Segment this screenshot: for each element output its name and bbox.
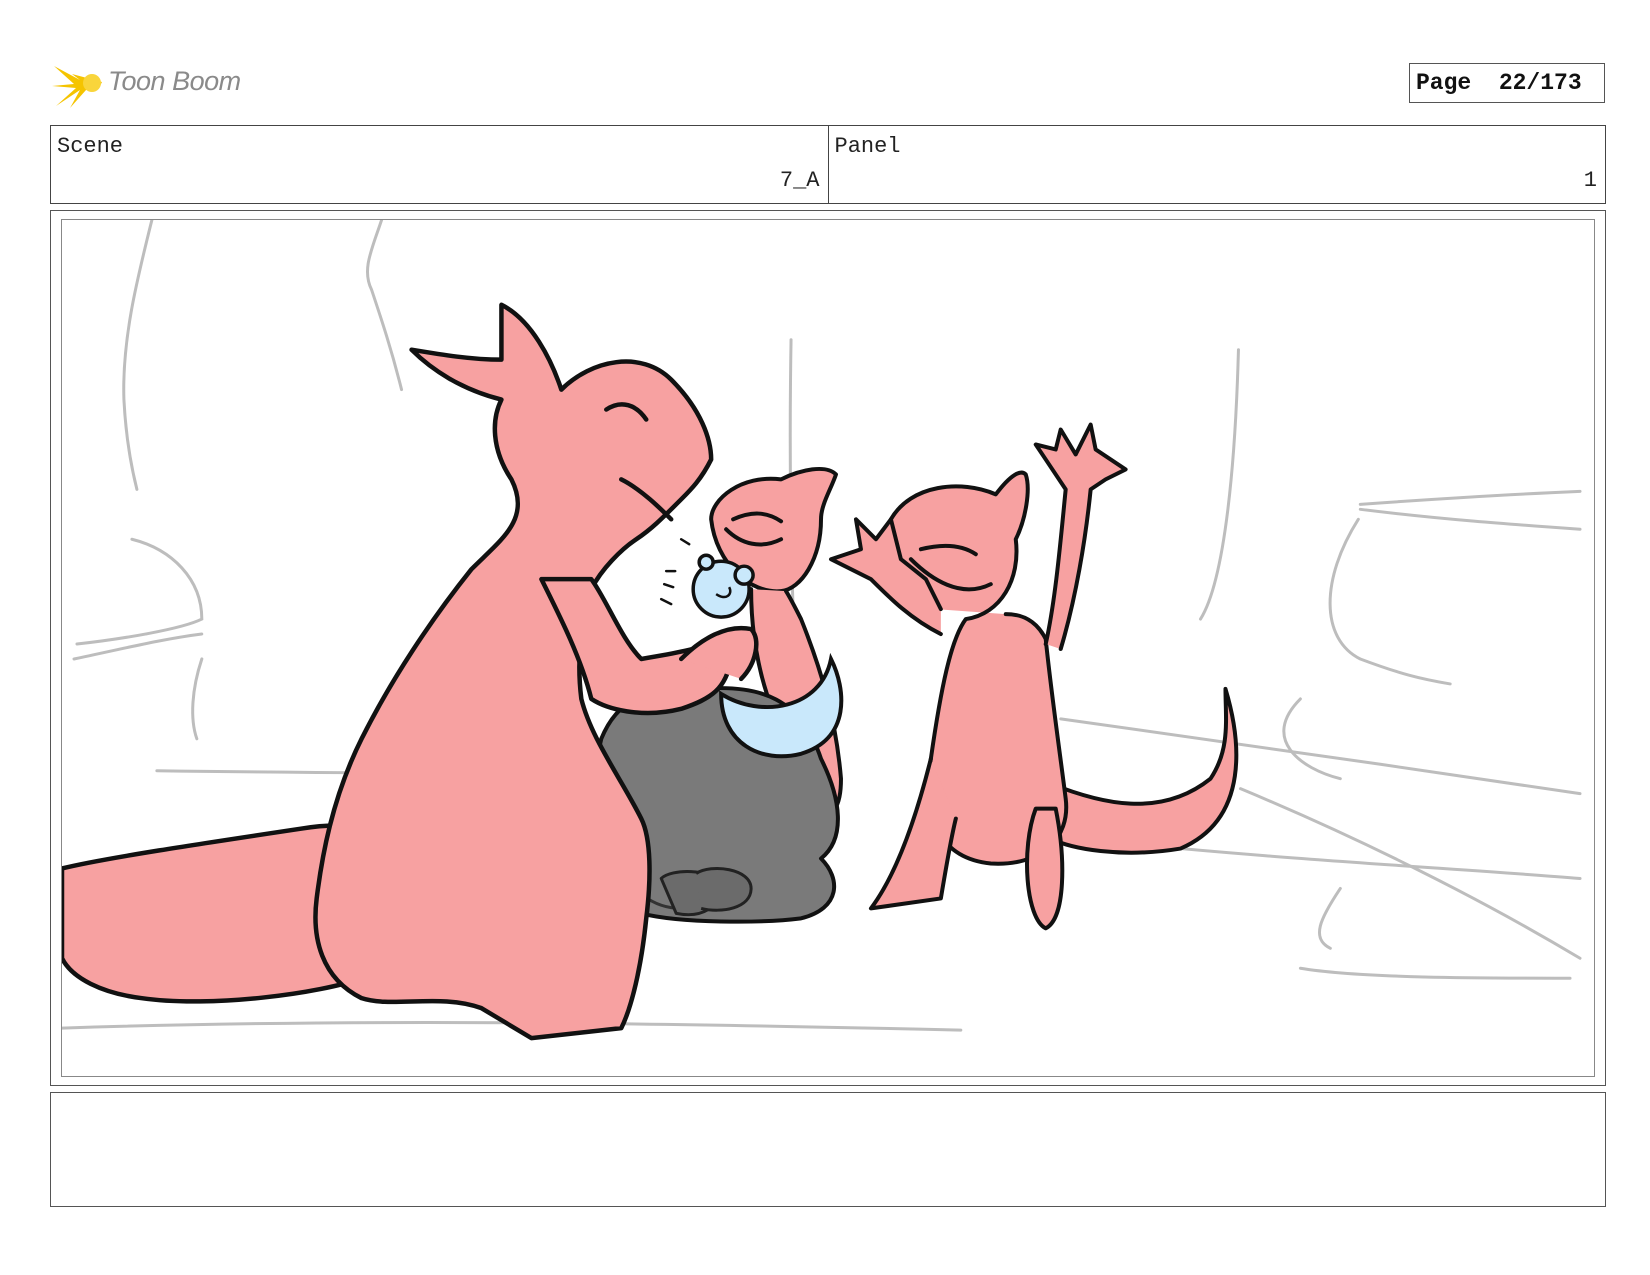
panel-cell: Panel 1: [827, 126, 1606, 203]
notes-box: [50, 1092, 1606, 1207]
panel-artwork: [62, 220, 1582, 1041]
panel-label: Panel: [834, 134, 901, 159]
storyboard-panel: [50, 210, 1606, 1086]
left-creature: [62, 302, 759, 1041]
toon-boom-logo: Toon Boom: [52, 56, 252, 112]
starburst-icon: [52, 66, 102, 108]
scene-value: 7_A: [779, 168, 820, 193]
header-table: Scene 7_A Panel 1: [50, 125, 1606, 204]
motion-lines: [659, 538, 691, 606]
scene-cell: Scene 7_A: [51, 126, 828, 203]
panel-drawing-area: [61, 219, 1595, 1077]
baby-creature: [691, 553, 755, 619]
logo-wordmark: Toon Boom: [108, 66, 241, 96]
scene-label: Scene: [57, 134, 124, 159]
page-counter: Page 22/173: [1409, 63, 1605, 103]
right-creature: [828, 422, 1239, 931]
panel-value: 1: [1583, 168, 1597, 193]
